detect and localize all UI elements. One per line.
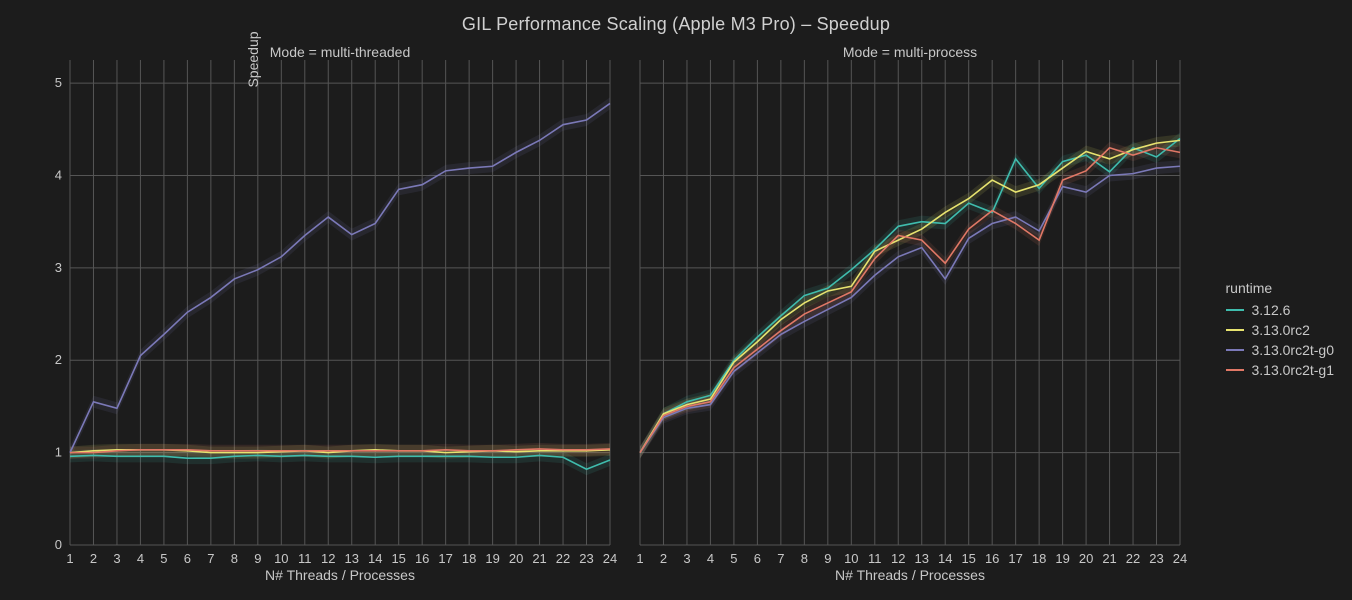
svg-text:23: 23: [1149, 551, 1163, 566]
svg-text:18: 18: [462, 551, 476, 566]
svg-text:4: 4: [707, 551, 714, 566]
x-axis-label-right: N# Threads / Processes: [640, 567, 1180, 583]
svg-text:10: 10: [274, 551, 288, 566]
svg-text:21: 21: [532, 551, 546, 566]
svg-text:16: 16: [985, 551, 999, 566]
legend-item: 3.13.0rc2t-g0: [1226, 342, 1335, 358]
svg-text:23: 23: [579, 551, 593, 566]
svg-text:8: 8: [801, 551, 808, 566]
svg-text:9: 9: [824, 551, 831, 566]
svg-text:13: 13: [915, 551, 929, 566]
legend-item: 3.12.6: [1226, 302, 1335, 318]
legend-swatch: [1226, 369, 1244, 371]
chart-root: GIL Performance Scaling (Apple M3 Pro) –…: [0, 0, 1352, 600]
svg-text:9: 9: [254, 551, 261, 566]
svg-text:13: 13: [345, 551, 359, 566]
svg-text:3: 3: [683, 551, 690, 566]
legend-title: runtime: [1226, 280, 1335, 296]
svg-text:6: 6: [754, 551, 761, 566]
svg-text:4: 4: [55, 167, 62, 182]
svg-text:14: 14: [368, 551, 382, 566]
svg-text:14: 14: [938, 551, 952, 566]
svg-text:3: 3: [55, 260, 62, 275]
svg-text:7: 7: [777, 551, 784, 566]
legend-item: 3.13.0rc2t-g1: [1226, 362, 1335, 378]
svg-text:4: 4: [137, 551, 144, 566]
legend-swatch: [1226, 349, 1244, 351]
svg-text:2: 2: [660, 551, 667, 566]
svg-text:1: 1: [55, 445, 62, 460]
facet-title-right: Mode = multi-process: [640, 44, 1180, 60]
svg-text:6: 6: [184, 551, 191, 566]
svg-text:17: 17: [438, 551, 452, 566]
svg-text:20: 20: [509, 551, 523, 566]
svg-text:5: 5: [730, 551, 737, 566]
x-axis-label-left: N# Threads / Processes: [70, 567, 610, 583]
plot-multi-process: 123456789101112131415161718192021222324 …: [640, 60, 1180, 545]
svg-text:16: 16: [415, 551, 429, 566]
svg-text:21: 21: [1102, 551, 1116, 566]
chart-title: GIL Performance Scaling (Apple M3 Pro) –…: [0, 14, 1352, 35]
svg-text:7: 7: [207, 551, 214, 566]
plot-multi-threaded: 0123451234567891011121314151617181920212…: [70, 60, 610, 545]
svg-text:3: 3: [113, 551, 120, 566]
legend-swatch: [1226, 329, 1244, 331]
svg-text:11: 11: [868, 551, 882, 566]
legend-label: 3.13.0rc2t-g1: [1252, 362, 1335, 378]
svg-text:8: 8: [231, 551, 238, 566]
svg-text:12: 12: [891, 551, 905, 566]
facet-title-left: Mode = multi-threaded: [70, 44, 610, 60]
legend-label: 3.13.0rc2t-g0: [1252, 342, 1335, 358]
svg-text:18: 18: [1032, 551, 1046, 566]
svg-text:2: 2: [55, 352, 62, 367]
svg-text:2: 2: [90, 551, 97, 566]
svg-text:5: 5: [160, 551, 167, 566]
y-axis-label-left: Speedup: [20, 0, 36, 60]
svg-text:1: 1: [66, 551, 73, 566]
legend-item: 3.13.0rc2: [1226, 322, 1335, 338]
svg-text:19: 19: [485, 551, 499, 566]
svg-text:19: 19: [1055, 551, 1069, 566]
svg-text:11: 11: [298, 551, 312, 566]
svg-text:22: 22: [556, 551, 570, 566]
svg-text:24: 24: [1173, 551, 1187, 566]
svg-text:22: 22: [1126, 551, 1140, 566]
svg-text:12: 12: [321, 551, 335, 566]
svg-text:20: 20: [1079, 551, 1093, 566]
legend-label: 3.12.6: [1252, 302, 1291, 318]
legend-label: 3.13.0rc2: [1252, 322, 1310, 338]
svg-text:15: 15: [961, 551, 975, 566]
svg-text:0: 0: [55, 537, 62, 552]
legend: runtime 3.12.6 3.13.0rc2 3.13.0rc2t-g0 3.13…: [1226, 280, 1335, 382]
svg-text:15: 15: [391, 551, 405, 566]
svg-text:1: 1: [636, 551, 643, 566]
svg-text:17: 17: [1008, 551, 1022, 566]
legend-swatch: [1226, 309, 1244, 311]
svg-text:24: 24: [603, 551, 617, 566]
svg-text:10: 10: [844, 551, 858, 566]
svg-text:5: 5: [55, 75, 62, 90]
